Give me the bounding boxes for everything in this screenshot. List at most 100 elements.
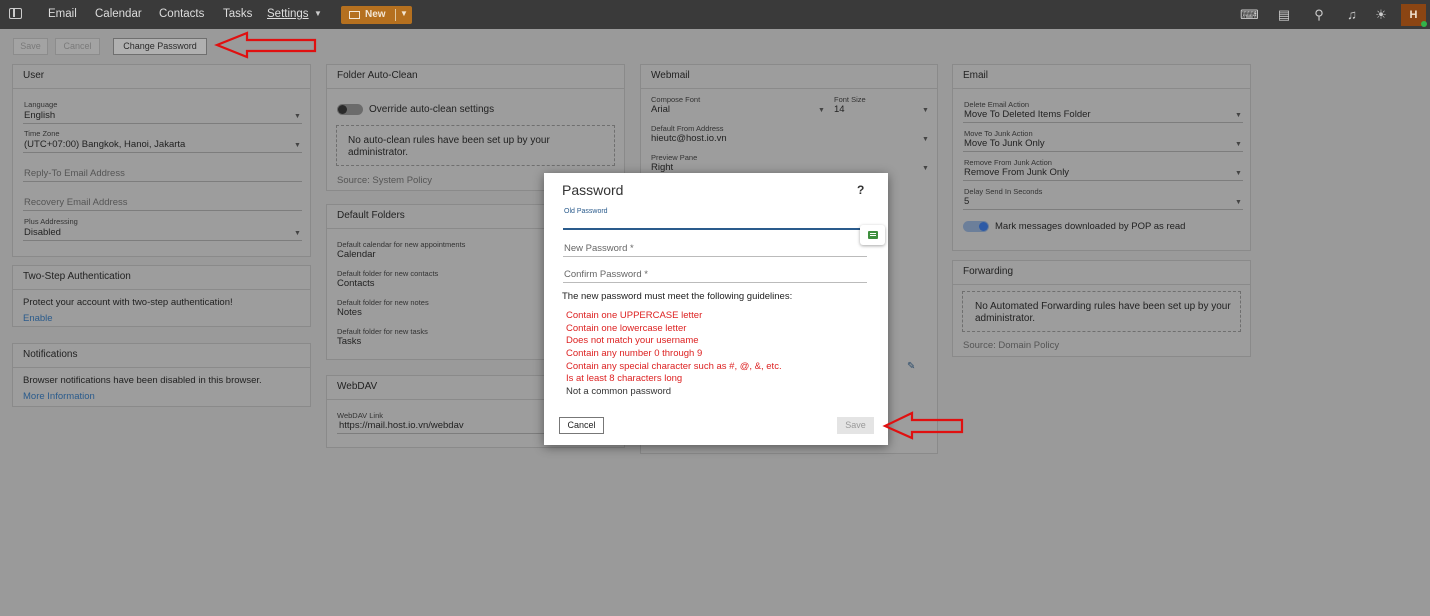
remove-junk-select[interactable]: Remove From Junk Only <box>964 167 1069 178</box>
reply-to-input[interactable]: Reply-To Email Address <box>24 168 125 179</box>
language-select[interactable]: English <box>24 110 55 121</box>
user-panel-title: User <box>23 70 45 81</box>
plus-addressing-dropdown-icon[interactable]: ▼ <box>294 230 301 237</box>
settings-chevron-down-icon[interactable]: ▼ <box>314 9 322 18</box>
compose-font-label: Compose Font <box>651 95 701 104</box>
default-calendar-select[interactable]: Calendar <box>337 249 376 260</box>
delay-send-label: Delay Send In Seconds <box>964 187 1043 196</box>
delete-action-select[interactable]: Move To Deleted Items Folder <box>964 109 1091 120</box>
font-size-select[interactable]: 14 <box>834 104 845 115</box>
nav-calendar[interactable]: Calendar <box>95 8 142 20</box>
timezone-label: Time Zone <box>24 129 60 138</box>
forwarding-note: No Automated Forwarding rules have been … <box>975 301 1231 324</box>
rule-lowercase: Contain one lowercase letter <box>566 323 687 334</box>
change-password-button[interactable]: Change Password <box>113 38 207 55</box>
default-tasks-select[interactable]: Tasks <box>337 336 361 347</box>
old-password-input[interactable] <box>563 228 867 230</box>
nav-contacts[interactable]: Contacts <box>159 8 204 20</box>
webdav-title: WebDAV <box>337 381 378 392</box>
default-folders-title: Default Folders <box>337 210 405 221</box>
compose-font-dropdown-icon[interactable]: ▼ <box>818 107 825 114</box>
webdav-link-label: WebDAV Link <box>337 411 383 420</box>
default-tasks-label: Default folder for new tasks <box>337 327 428 336</box>
delete-action-dropdown-icon[interactable]: ▼ <box>1235 112 1242 119</box>
preview-pane-dropdown-icon[interactable]: ▼ <box>922 165 929 172</box>
sun-icon[interactable]: ☀ <box>1373 8 1389 21</box>
new-password-input[interactable]: New Password * <box>564 243 634 254</box>
default-from-select[interactable]: hieutc@host.io.vn <box>651 133 727 144</box>
keyboard-icon[interactable]: ⌨ <box>1240 8 1259 21</box>
avatar[interactable]: H <box>1401 4 1427 27</box>
enable-two-step-link[interactable]: Enable <box>23 313 53 324</box>
password-guidelines-heading: The new password must meet the following… <box>562 291 793 302</box>
forwarding-panel: Forwarding No Automated Forwarding rules… <box>952 260 1251 357</box>
new-button-divider <box>395 9 396 21</box>
new-button-label: New <box>365 9 386 20</box>
more-information-link[interactable]: More Information <box>23 391 95 402</box>
dialog-cancel-button[interactable]: Cancel <box>559 417 604 434</box>
forwarding-title: Forwarding <box>963 266 1014 277</box>
nav-tasks[interactable]: Tasks <box>223 8 252 20</box>
timezone-select[interactable]: (UTC+07:00) Bangkok, Hanoi, Jakarta <box>24 139 185 150</box>
save-button[interactable]: Save <box>13 38 48 55</box>
annotation-arrow-left-bottom <box>882 411 964 440</box>
rule-length: Is at least 8 characters long <box>566 373 683 384</box>
delete-action-label: Delete Email Action <box>964 100 1030 109</box>
plus-addressing-select[interactable]: Disabled <box>24 227 61 238</box>
pop-read-toggle[interactable] <box>963 221 989 232</box>
notifications-title: Notifications <box>23 349 78 360</box>
new-password-underline <box>563 256 867 257</box>
notifications-text: Browser notifications have been disabled… <box>23 375 262 386</box>
delay-send-dropdown-icon[interactable]: ▼ <box>1235 199 1242 206</box>
rule-username: Does not match your username <box>566 335 699 346</box>
plus-addressing-label: Plus Addressing <box>24 217 78 226</box>
remove-junk-label: Remove From Junk Action <box>964 158 1052 167</box>
help-icon[interactable]: ? <box>857 183 864 197</box>
webdav-link[interactable]: https://mail.host.io.vn/webdav <box>339 420 464 431</box>
junk-action-select[interactable]: Move To Junk Only <box>964 138 1045 149</box>
default-from-dropdown-icon[interactable]: ▼ <box>922 136 929 143</box>
new-chevron-down-icon[interactable]: ▼ <box>400 9 408 18</box>
new-button[interactable]: New ▼ <box>341 6 412 24</box>
override-auto-clean-toggle[interactable] <box>337 104 363 115</box>
nav-email[interactable]: Email <box>48 8 77 20</box>
pop-read-label: Mark messages downloaded by POP as read <box>995 221 1186 232</box>
keyboard-icon[interactable] <box>860 225 885 245</box>
language-label: Language <box>24 100 58 109</box>
search-icon[interactable]: ⚲ <box>1311 8 1327 21</box>
email-panel: Email Delete Email Action Move To Delete… <box>952 64 1251 251</box>
email-title: Email <box>963 70 989 81</box>
recovery-email-input[interactable]: Recovery Email Address <box>24 197 127 208</box>
compose-font-select[interactable]: Arial <box>651 104 670 115</box>
nav-settings[interactable]: Settings <box>267 8 309 20</box>
auto-clean-source: Source: System Policy <box>337 175 433 186</box>
default-notes-select[interactable]: Notes <box>337 307 362 318</box>
top-navigation-bar: Email Calendar Contacts Tasks Settings ▼… <box>0 0 1430 29</box>
remove-junk-dropdown-icon[interactable]: ▼ <box>1235 170 1242 177</box>
cancel-button[interactable]: Cancel <box>55 38 100 55</box>
sidebar-toggle-icon[interactable] <box>9 8 22 19</box>
two-step-title: Two-Step Authentication <box>23 271 131 282</box>
default-contacts-select[interactable]: Contacts <box>337 278 375 289</box>
font-size-label: Font Size <box>834 95 866 104</box>
chat-icon[interactable]: ▤ <box>1276 8 1292 21</box>
delay-send-select[interactable]: 5 <box>964 196 969 207</box>
password-dialog: Password ? Old Password New Password * C… <box>544 173 888 445</box>
edit-pencil-icon[interactable]: ✎ <box>907 361 915 372</box>
folder-auto-clean-panel: Folder Auto-Clean Override auto-clean se… <box>326 64 625 191</box>
junk-action-label: Move To Junk Action <box>964 129 1033 138</box>
avatar-initial: H <box>1409 9 1418 21</box>
two-step-panel: Two-Step Authentication Protect your acc… <box>12 265 311 327</box>
junk-action-dropdown-icon[interactable]: ▼ <box>1235 141 1242 148</box>
auto-clean-note: No auto-clean rules have been set up by … <box>348 135 550 158</box>
timezone-dropdown-icon[interactable]: ▼ <box>294 142 301 149</box>
font-size-dropdown-icon[interactable]: ▼ <box>922 107 929 114</box>
confirm-password-input[interactable]: Confirm Password * <box>564 269 648 280</box>
dialog-save-button[interactable]: Save <box>837 417 874 434</box>
auto-clean-title: Folder Auto-Clean <box>337 70 418 81</box>
bell-icon[interactable]: ♫ <box>1344 8 1360 21</box>
preview-pane-select[interactable]: Right <box>651 162 673 173</box>
language-dropdown-icon[interactable]: ▼ <box>294 113 301 120</box>
default-contacts-label: Default folder for new contacts <box>337 269 439 278</box>
override-auto-clean-label: Override auto-clean settings <box>369 104 495 115</box>
